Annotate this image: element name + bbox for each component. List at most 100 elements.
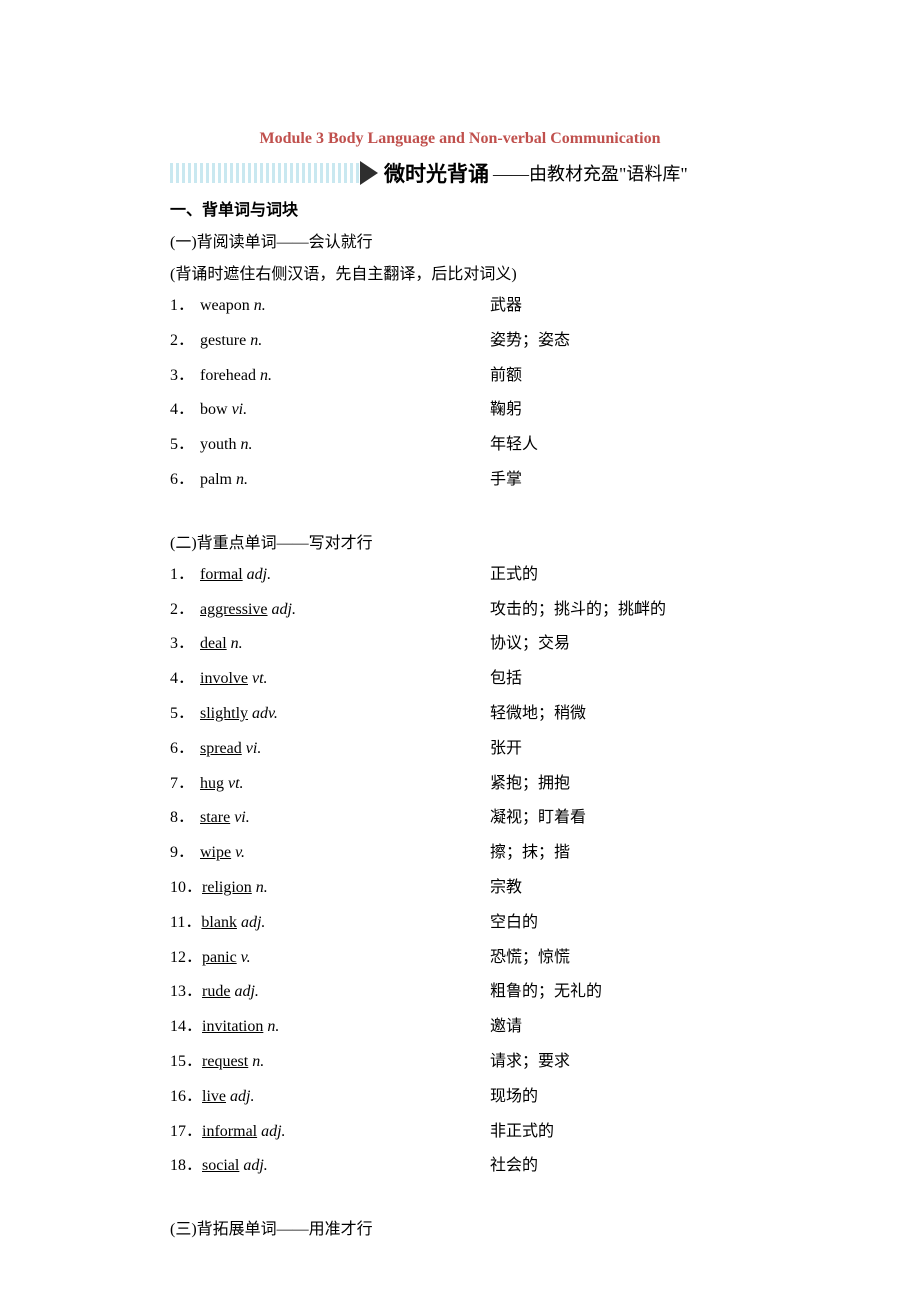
vocab-row: 2．aggressive adj.攻击的；挑斗的；挑衅的: [170, 596, 750, 625]
vocab-pos: n.: [231, 635, 243, 652]
vocab-word: spread vi.: [200, 735, 261, 764]
vocab-left: 5．youth n.: [170, 431, 490, 460]
vocab-pos: adj.: [247, 566, 271, 583]
vocab-list-2: 1．formal adj. 正式的 2．aggressive adj.攻击的；挑斗的…: [170, 561, 750, 1181]
vocab-pos: n.: [256, 879, 268, 896]
vocab-pos: vi.: [234, 809, 250, 826]
vocab-meaning: 鞠躬: [490, 396, 522, 425]
vocab-meaning: 正式的: [490, 561, 538, 590]
vocab-word: deal n.: [200, 630, 243, 659]
section-1-2-heading: (二)背重点单词——写对才行: [170, 529, 750, 553]
vocab-pos: adj.: [243, 1157, 267, 1174]
vocab-pos: n.: [260, 367, 272, 384]
vocab-list-1: 1．weapon n.武器2．gesture n.姿势；姿态3．forehead…: [170, 292, 750, 495]
vocab-meaning: 包括: [490, 665, 522, 694]
vocab-meaning: 紧抱；拥抱: [490, 770, 570, 799]
vocab-word: bow vi.: [200, 396, 247, 425]
vocab-pos: adj.: [261, 1123, 285, 1140]
vocab-meaning: 非正式的: [490, 1118, 554, 1147]
vocab-left: 11．blank adj.: [170, 909, 490, 938]
vocab-left: 7．hug vt.: [170, 770, 490, 799]
vocab-meaning: 粗鲁的；无礼的: [490, 978, 602, 1007]
vocab-pos: v.: [241, 949, 251, 966]
vocab-word: gesture n.: [200, 327, 262, 356]
vocab-word: involve vt.: [200, 665, 268, 694]
vocab-meaning: 年轻人: [490, 431, 538, 460]
vocab-left: 6．spread vi.: [170, 735, 490, 764]
vocab-left: 13．rude adj.: [170, 978, 490, 1007]
vocab-number: 12．: [170, 944, 202, 973]
vocab-number: 1．: [170, 561, 200, 590]
vocab-row: 9．wipe v.擦；抹；揩: [170, 839, 750, 868]
vocab-word: palm n.: [200, 466, 248, 495]
vocab-meaning: 协议；交易: [490, 630, 570, 659]
vocab-left: 5．slightly adv.: [170, 700, 490, 729]
vocab-meaning: 擦；抹；揩: [490, 839, 570, 868]
vocab-left: 2．gesture n.: [170, 327, 490, 356]
vocab-word: wipe v.: [200, 839, 245, 868]
vocab-row: 12．panic v.恐慌；惊慌: [170, 944, 750, 973]
vocab-row: 14．invitation n.邀请: [170, 1013, 750, 1042]
vocab-word: social adj.: [202, 1152, 268, 1181]
vocab-meaning: 现场的: [490, 1083, 538, 1112]
vocab-number: 4．: [170, 665, 200, 694]
vocab-number: 4．: [170, 396, 200, 425]
vocab-left: 14．invitation n.: [170, 1013, 490, 1042]
vocab-number: 6．: [170, 735, 200, 764]
vocab-meaning: 请求；要求: [490, 1048, 570, 1077]
vocab-pos: v.: [235, 844, 245, 861]
vocab-row: 4．involve vt.包括: [170, 665, 750, 694]
vocab-pos: adj.: [272, 601, 296, 618]
vocab-meaning: 凝视；盯着看: [490, 804, 586, 833]
vocab-pos: n.: [250, 332, 262, 349]
vocab-meaning: 前额: [490, 362, 522, 391]
vocab-row: 7．hug vt.紧抱；拥抱: [170, 770, 750, 799]
vocab-row: 2．gesture n.姿势；姿态: [170, 327, 750, 356]
vocab-row: 1．weapon n.武器: [170, 292, 750, 321]
vocab-left: 6．palm n.: [170, 466, 490, 495]
vocab-number: 17．: [170, 1118, 202, 1147]
section-1-heading: 一、背单词与词块: [170, 196, 750, 220]
vocab-pos: n.: [252, 1053, 264, 1070]
vocab-word: formal adj.: [200, 561, 271, 590]
vocab-word: hug vt.: [200, 770, 244, 799]
vocab-row: 3．deal n. 协议；交易: [170, 630, 750, 659]
vocab-word: forehead n.: [200, 362, 272, 391]
banner-decoration: [170, 163, 360, 183]
vocab-word: panic v.: [202, 944, 251, 973]
vocab-row: 8．stare vi.凝视；盯着看: [170, 804, 750, 833]
vocab-row: 5．slightly adv.轻微地；稍微: [170, 700, 750, 729]
vocab-row: 16．live adj.现场的: [170, 1083, 750, 1112]
vocab-row: 10．religion n.宗教: [170, 874, 750, 903]
vocab-number: 2．: [170, 327, 200, 356]
vocab-word: aggressive adj.: [200, 596, 296, 625]
vocab-left: 10．religion n.: [170, 874, 490, 903]
vocab-left: 8．stare vi.: [170, 804, 490, 833]
vocab-left: 12．panic v.: [170, 944, 490, 973]
vocab-left: 1．weapon n.: [170, 292, 490, 321]
vocab-word: stare vi.: [200, 804, 250, 833]
vocab-pos: n.: [254, 297, 266, 314]
vocab-word: informal adj.: [202, 1118, 286, 1147]
vocab-pos: vi.: [246, 740, 262, 757]
vocab-row: 15．request n.请求；要求: [170, 1048, 750, 1077]
vocab-left: 4．involve vt.: [170, 665, 490, 694]
section-1-3-heading: (三)背拓展单词——用准才行: [170, 1215, 750, 1239]
vocab-number: 1．: [170, 292, 200, 321]
vocab-word: slightly adv.: [200, 700, 278, 729]
vocab-number: 15．: [170, 1048, 202, 1077]
vocab-row: 11．blank adj.空白的: [170, 909, 750, 938]
vocab-number: 10．: [170, 874, 202, 903]
vocab-meaning: 邀请: [490, 1013, 522, 1042]
vocab-pos: n.: [236, 471, 248, 488]
vocab-number: 7．: [170, 770, 200, 799]
vocab-word: invitation n.: [202, 1013, 279, 1042]
vocab-number: 3．: [170, 630, 200, 659]
vocab-pos: adj.: [241, 914, 265, 931]
vocab-left: 16．live adj.: [170, 1083, 490, 1112]
vocab-pos: adj.: [230, 1088, 254, 1105]
vocab-meaning: 姿势；姿态: [490, 327, 570, 356]
vocab-word: rude adj.: [202, 978, 259, 1007]
banner-sub-text: ——由教材充盈"语料库": [493, 160, 688, 186]
vocab-left: 18．social adj.: [170, 1152, 490, 1181]
